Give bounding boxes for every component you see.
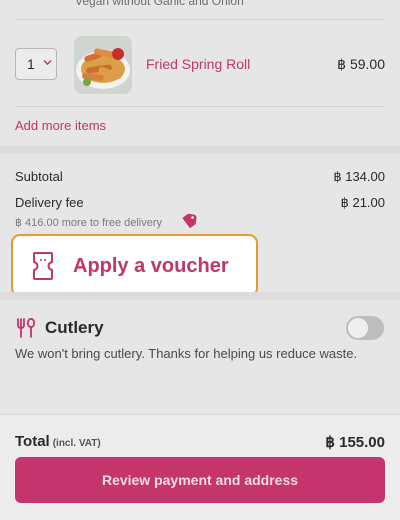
- cart-item-row: 1 Fried Spring Roll ฿ 59.00: [15, 36, 385, 94]
- review-payment-button[interactable]: Review payment and address: [15, 457, 385, 503]
- fork-spoon-icon: [17, 317, 36, 338]
- ticket-icon: [33, 252, 53, 280]
- total-label-text: Total: [15, 433, 50, 450]
- price-tag-icon: [182, 213, 197, 229]
- divider: [15, 19, 385, 20]
- quantity-value: 1: [27, 56, 35, 72]
- checkout-footer: Total (incl. VAT) ฿ 155.00 Review payment…: [0, 414, 400, 520]
- chevron-down-icon: [43, 60, 52, 65]
- item-name[interactable]: Fried Spring Roll: [146, 56, 250, 72]
- free-delivery-note: ฿ 416.00 more to free delivery: [15, 217, 163, 229]
- section-band: [0, 146, 400, 154]
- previous-item-note: Vegan without Garlic and Onion: [75, 0, 244, 8]
- spring-roll-food-icon: [74, 36, 132, 94]
- item-price: ฿ 59.00: [337, 56, 385, 72]
- divider: [15, 106, 385, 107]
- section-band: [0, 292, 400, 300]
- subtotal-label: Subtotal: [15, 169, 63, 184]
- item-thumbnail: [74, 36, 132, 94]
- apply-voucher-button[interactable]: Apply a voucher: [11, 234, 258, 297]
- cutlery-title: Cutlery: [45, 318, 104, 337]
- add-more-items-link[interactable]: Add more items: [15, 118, 106, 133]
- quantity-select[interactable]: 1: [15, 48, 57, 80]
- toggle-knob: [348, 318, 368, 338]
- delivery-fee-label: Delivery fee: [15, 195, 84, 210]
- total-label: Total (incl. VAT): [15, 433, 101, 450]
- delivery-fee-value: ฿ 21.00: [340, 195, 385, 210]
- review-payment-label: Review payment and address: [101, 472, 299, 488]
- total-value: ฿ 155.00: [325, 434, 385, 451]
- cutlery-description: We won't bring cutlery. Thanks for helpi…: [15, 346, 358, 361]
- total-vat-note: (incl. VAT): [52, 438, 101, 449]
- subtotal-value: ฿ 134.00: [333, 169, 385, 184]
- cutlery-toggle[interactable]: [346, 316, 384, 340]
- apply-voucher-label: Apply a voucher: [73, 255, 229, 277]
